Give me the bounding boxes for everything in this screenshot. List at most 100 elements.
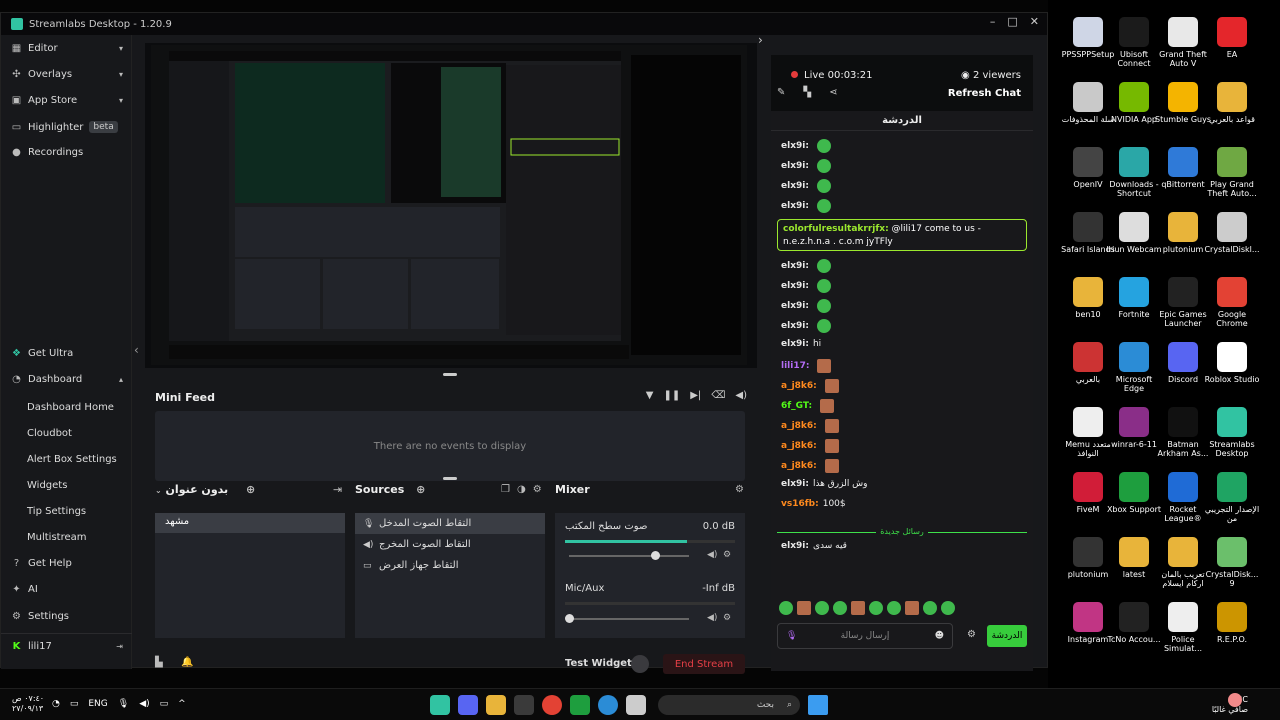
message-user[interactable]: elx9i: <box>781 479 809 489</box>
stats-icon[interactable]: ▙ <box>155 657 163 668</box>
message-user[interactable]: elx9i: <box>781 339 809 349</box>
wifi-icon[interactable]: ◔ <box>52 699 60 709</box>
desktop-icon[interactable]: الإصدار التجريبي من <box>1204 472 1260 523</box>
sidebar-subitem-tip-settings[interactable]: Tip Settings <box>27 506 86 517</box>
desktop-icon[interactable]: Police Simulat... <box>1155 602 1211 653</box>
gear-icon[interactable]: ⚙ <box>723 613 731 623</box>
add-scene-icon[interactable]: ⊕ <box>246 483 255 496</box>
desktop-icon[interactable]: Play Grand Theft Auto... <box>1204 147 1260 198</box>
message-user[interactable]: elx9i: <box>781 541 809 551</box>
xbox-icon[interactable] <box>570 695 590 715</box>
emoji-icon[interactable]: ☻ <box>935 631 944 641</box>
chevron-down-icon[interactable]: ⌄ <box>155 486 162 495</box>
edge-icon[interactable] <box>598 695 618 715</box>
collapse-sidebar-icon[interactable]: ‹ <box>134 343 139 357</box>
message-user[interactable]: a_j8k6: <box>781 441 817 451</box>
speaker-icon[interactable]: ◀) <box>707 550 717 560</box>
emote-picker-icon[interactable] <box>797 601 811 615</box>
skip-icon[interactable]: ▶| <box>690 390 701 401</box>
message-user[interactable]: elx9i: <box>781 141 809 151</box>
volume-slider[interactable] <box>565 614 689 623</box>
desktop-icon[interactable]: Google Chrome <box>1204 277 1260 328</box>
desktop-icon[interactable]: qBittorrent <box>1155 147 1211 189</box>
emote-picker-icon[interactable] <box>887 601 901 615</box>
emote-picker-icon[interactable] <box>833 601 847 615</box>
taskbar-search[interactable]: بحث ⌕ <box>658 695 800 715</box>
emote-picker-icon[interactable] <box>869 601 883 615</box>
scene-item[interactable]: مشهد <box>155 513 345 533</box>
edit-icon[interactable]: ✎ <box>777 87 785 98</box>
pause-icon[interactable]: ❚❚ <box>663 390 680 401</box>
clear-icon[interactable]: ⌫ <box>711 390 725 401</box>
message-user[interactable]: a_j8k6: <box>781 381 817 391</box>
sidebar-item-editor[interactable]: ▦ Editor ▾ <box>11 43 123 54</box>
message-user[interactable]: vs16fb: <box>781 499 819 509</box>
add-source-icon[interactable]: ⊕ <box>416 483 425 496</box>
desktop-icon[interactable]: NVIDIA App <box>1106 82 1162 124</box>
desktop-icon[interactable]: plutonium <box>1155 212 1211 254</box>
desktop-icon[interactable]: Stumble Guys <box>1155 82 1211 124</box>
emote-picker-icon[interactable] <box>923 601 937 615</box>
speaker-icon[interactable]: ◀) <box>707 613 717 623</box>
network-icon[interactable]: ▭ <box>70 699 79 709</box>
scene-transitions-icon[interactable]: ⇥ <box>333 483 342 496</box>
desktop-icon[interactable]: Ubisoft Connect <box>1106 17 1162 68</box>
battery-icon[interactable]: ▭ <box>160 699 169 709</box>
sidebar-subitem-dashboard-home[interactable]: Dashboard Home <box>27 402 114 413</box>
sidebar-subitem-widgets[interactable]: Widgets <box>27 480 67 491</box>
close-icon[interactable]: ✕ <box>1030 15 1039 28</box>
desktop-icon[interactable]: TcNo Accou... <box>1106 602 1162 644</box>
chat-send-button[interactable]: الدردشة <box>987 625 1027 647</box>
emote-picker-icon[interactable] <box>815 601 829 615</box>
emote-picker-icon[interactable] <box>941 601 955 615</box>
desktop-icon[interactable]: EA <box>1204 17 1260 59</box>
refresh-chat-button[interactable]: Refresh Chat <box>948 88 1021 99</box>
message-user[interactable]: a_j8k6: <box>781 461 817 471</box>
volume-slider[interactable] <box>569 551 689 560</box>
clock[interactable]: ٠٧:٤٠ ص ٢٧/٠٩/١٣ <box>12 694 44 714</box>
desktop-icon[interactable]: تعريب بالمان اركام ايسلام <box>1155 537 1211 588</box>
sidebar-item-recordings[interactable]: ● Recordings <box>11 147 123 158</box>
desktop-icon[interactable]: Rocket League® <box>1155 472 1211 523</box>
sidebar-item-get-ultra[interactable]: ❖ Get Ultra <box>11 348 123 359</box>
mixer-gear-icon[interactable]: ⚙ <box>735 484 744 495</box>
sidebar-item-app-store[interactable]: ▣ App Store ▾ <box>11 95 123 106</box>
file-explorer-icon[interactable] <box>486 695 506 715</box>
notification-icon[interactable]: 🔔 <box>181 657 193 668</box>
message-user[interactable]: a_j8k6: <box>781 421 817 431</box>
share-icon[interactable]: ⋖ <box>829 87 837 98</box>
windows-start-icon[interactable] <box>808 695 828 715</box>
chat-input[interactable]: 🎙 إرسال رسالة ☻ <box>777 623 953 649</box>
task-view-icon[interactable] <box>626 695 646 715</box>
source-item[interactable]: ▭ التقاط جهاز العرض <box>355 555 545 576</box>
expand-chat-icon[interactable]: › <box>758 33 763 47</box>
sidebar-subitem-cloudbot[interactable]: Cloudbot <box>27 428 72 439</box>
desktop-icon[interactable]: winrar-6-11 <box>1106 407 1162 449</box>
message-user[interactable]: elx9i: <box>781 321 809 331</box>
chevron-up-icon[interactable]: ^ <box>178 699 186 709</box>
folder-icon[interactable]: ❐ <box>501 484 510 495</box>
message-user[interactable]: elx9i: <box>781 281 809 291</box>
sidebar-item-highlighter[interactable]: ▭ Highlighter beta <box>11 121 123 133</box>
sidebar-item-get-help[interactable]: ? Get Help <box>11 558 123 569</box>
chat-settings-icon[interactable]: ⚙ <box>967 629 976 640</box>
message-user[interactable]: elx9i: <box>781 201 809 211</box>
message-user[interactable]: elx9i: <box>781 161 809 171</box>
streamlabs-taskbar-icon[interactable] <box>430 695 450 715</box>
desktop-icon[interactable]: Microsoft Edge <box>1106 342 1162 393</box>
sidebar-subitem-alert-box[interactable]: Alert Box Settings <box>27 454 117 465</box>
desktop-icon[interactable]: Batman Arkham As... <box>1155 407 1211 458</box>
resize-handle[interactable] <box>443 477 457 480</box>
test-widgets-icon[interactable] <box>631 655 649 673</box>
message-user[interactable]: lili17: <box>781 361 809 371</box>
message-user[interactable]: elx9i: <box>781 301 809 311</box>
volume-icon[interactable]: ◀) <box>139 699 149 709</box>
desktop-icon[interactable]: Grand Theft Auto V <box>1155 17 1211 68</box>
discord-taskbar-icon[interactable] <box>458 695 478 715</box>
source-item[interactable]: 🎙 التقاط الصوت المدخل <box>355 513 545 534</box>
minimize-icon[interactable]: – <box>990 15 996 28</box>
desktop-icon[interactable]: Epic Games Launcher <box>1155 277 1211 328</box>
source-item[interactable]: ◀) التقاط الصوت المخرج <box>355 534 545 555</box>
sidebar-item-overlays[interactable]: ✣ Overlays ▾ <box>11 69 123 80</box>
desktop-icon[interactable]: Discord <box>1155 342 1211 384</box>
